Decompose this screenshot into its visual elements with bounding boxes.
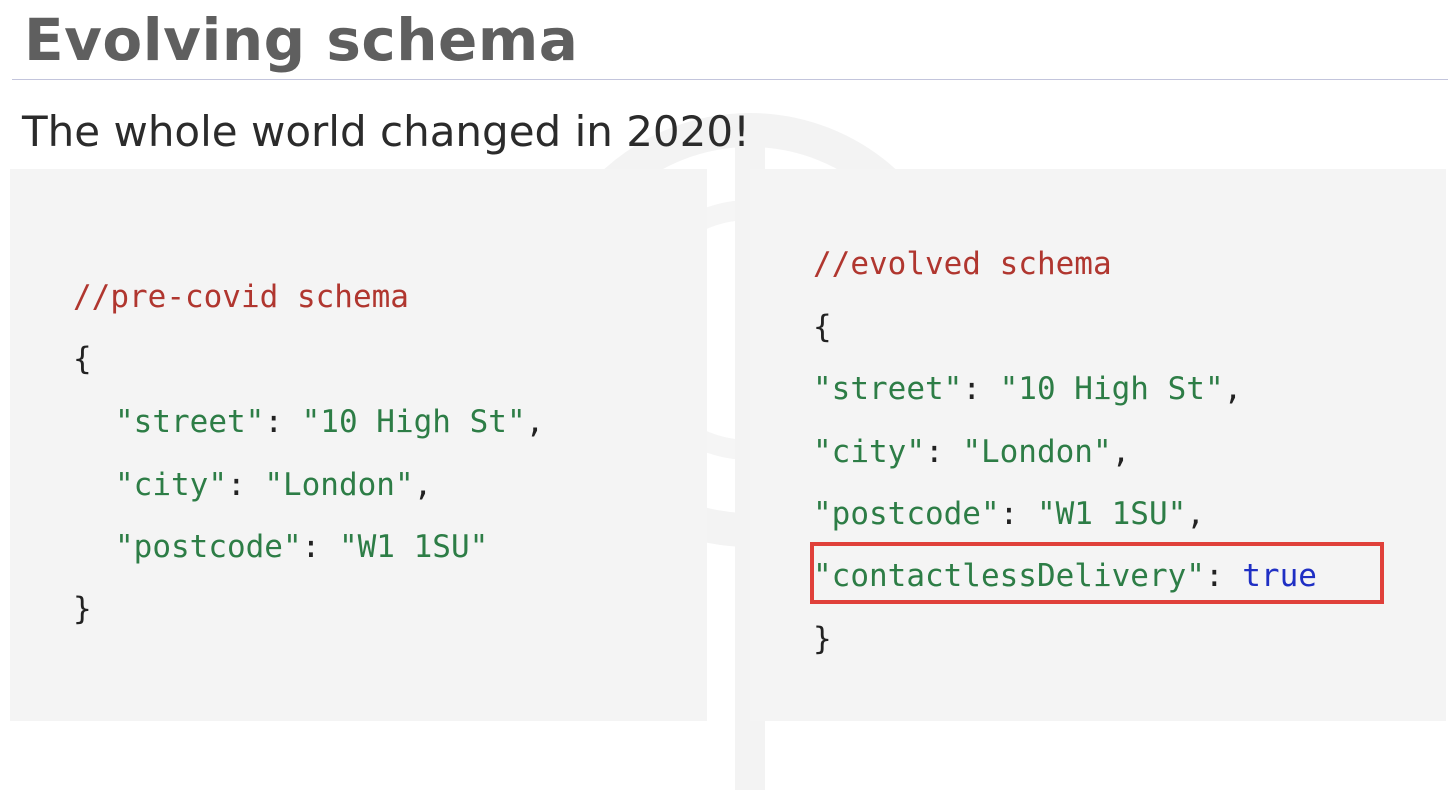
field-value: "W1 1SU" <box>1036 496 1187 532</box>
code-field-postcode: "postcode": "W1 1SU" <box>115 527 488 567</box>
field-trailing-comma: , <box>1223 371 1243 407</box>
field-key: "postcode" <box>115 529 302 565</box>
field-key: "postcode" <box>813 496 1000 532</box>
field-separator: : <box>226 467 265 503</box>
field-value: "10 High St" <box>301 404 526 440</box>
field-separator: : <box>924 434 963 470</box>
field-key: "street" <box>115 404 265 440</box>
field-trailing-comma: , <box>1186 496 1205 532</box>
slide-title: Evolving schema <box>24 6 579 74</box>
close-brace: } <box>813 621 832 657</box>
field-key: "city" <box>813 434 925 470</box>
close-brace: } <box>73 591 92 627</box>
open-brace: { <box>813 309 832 345</box>
field-trailing-comma: , <box>413 467 433 503</box>
code-field-city: "city": "London", <box>115 465 432 505</box>
field-trailing-comma: , <box>525 404 545 440</box>
title-divider <box>12 79 1448 80</box>
code-comment: //evolved schema <box>813 246 1112 282</box>
field-separator: : <box>962 371 1000 407</box>
slide-subtitle: The whole world changed in 2020! <box>22 107 750 156</box>
open-brace: { <box>73 341 92 377</box>
field-separator: : <box>264 404 302 440</box>
new-field-highlight-box <box>810 542 1384 604</box>
evolved-schema-panel: //evolved schema { "street": "10 High St… <box>750 169 1446 721</box>
field-key: "street" <box>813 371 963 407</box>
code-comment: //pre-covid schema <box>73 279 409 315</box>
field-value: "10 High St" <box>999 371 1224 407</box>
field-value: "London" <box>962 434 1112 470</box>
field-value: "W1 1SU" <box>338 529 489 565</box>
code-field-postcode: "postcode": "W1 1SU", <box>813 494 1205 534</box>
field-value: "London" <box>264 467 414 503</box>
pre-covid-schema-panel: //pre-covid schema { "street": "10 High … <box>10 169 707 721</box>
code-field-street: "street": "10 High St", <box>115 402 544 442</box>
field-separator: : <box>301 529 339 565</box>
field-key: "city" <box>115 467 227 503</box>
code-field-city: "city": "London", <box>813 432 1130 472</box>
field-trailing-comma: , <box>1111 434 1131 470</box>
code-field-street: "street": "10 High St", <box>813 369 1242 409</box>
field-separator: : <box>999 496 1037 532</box>
